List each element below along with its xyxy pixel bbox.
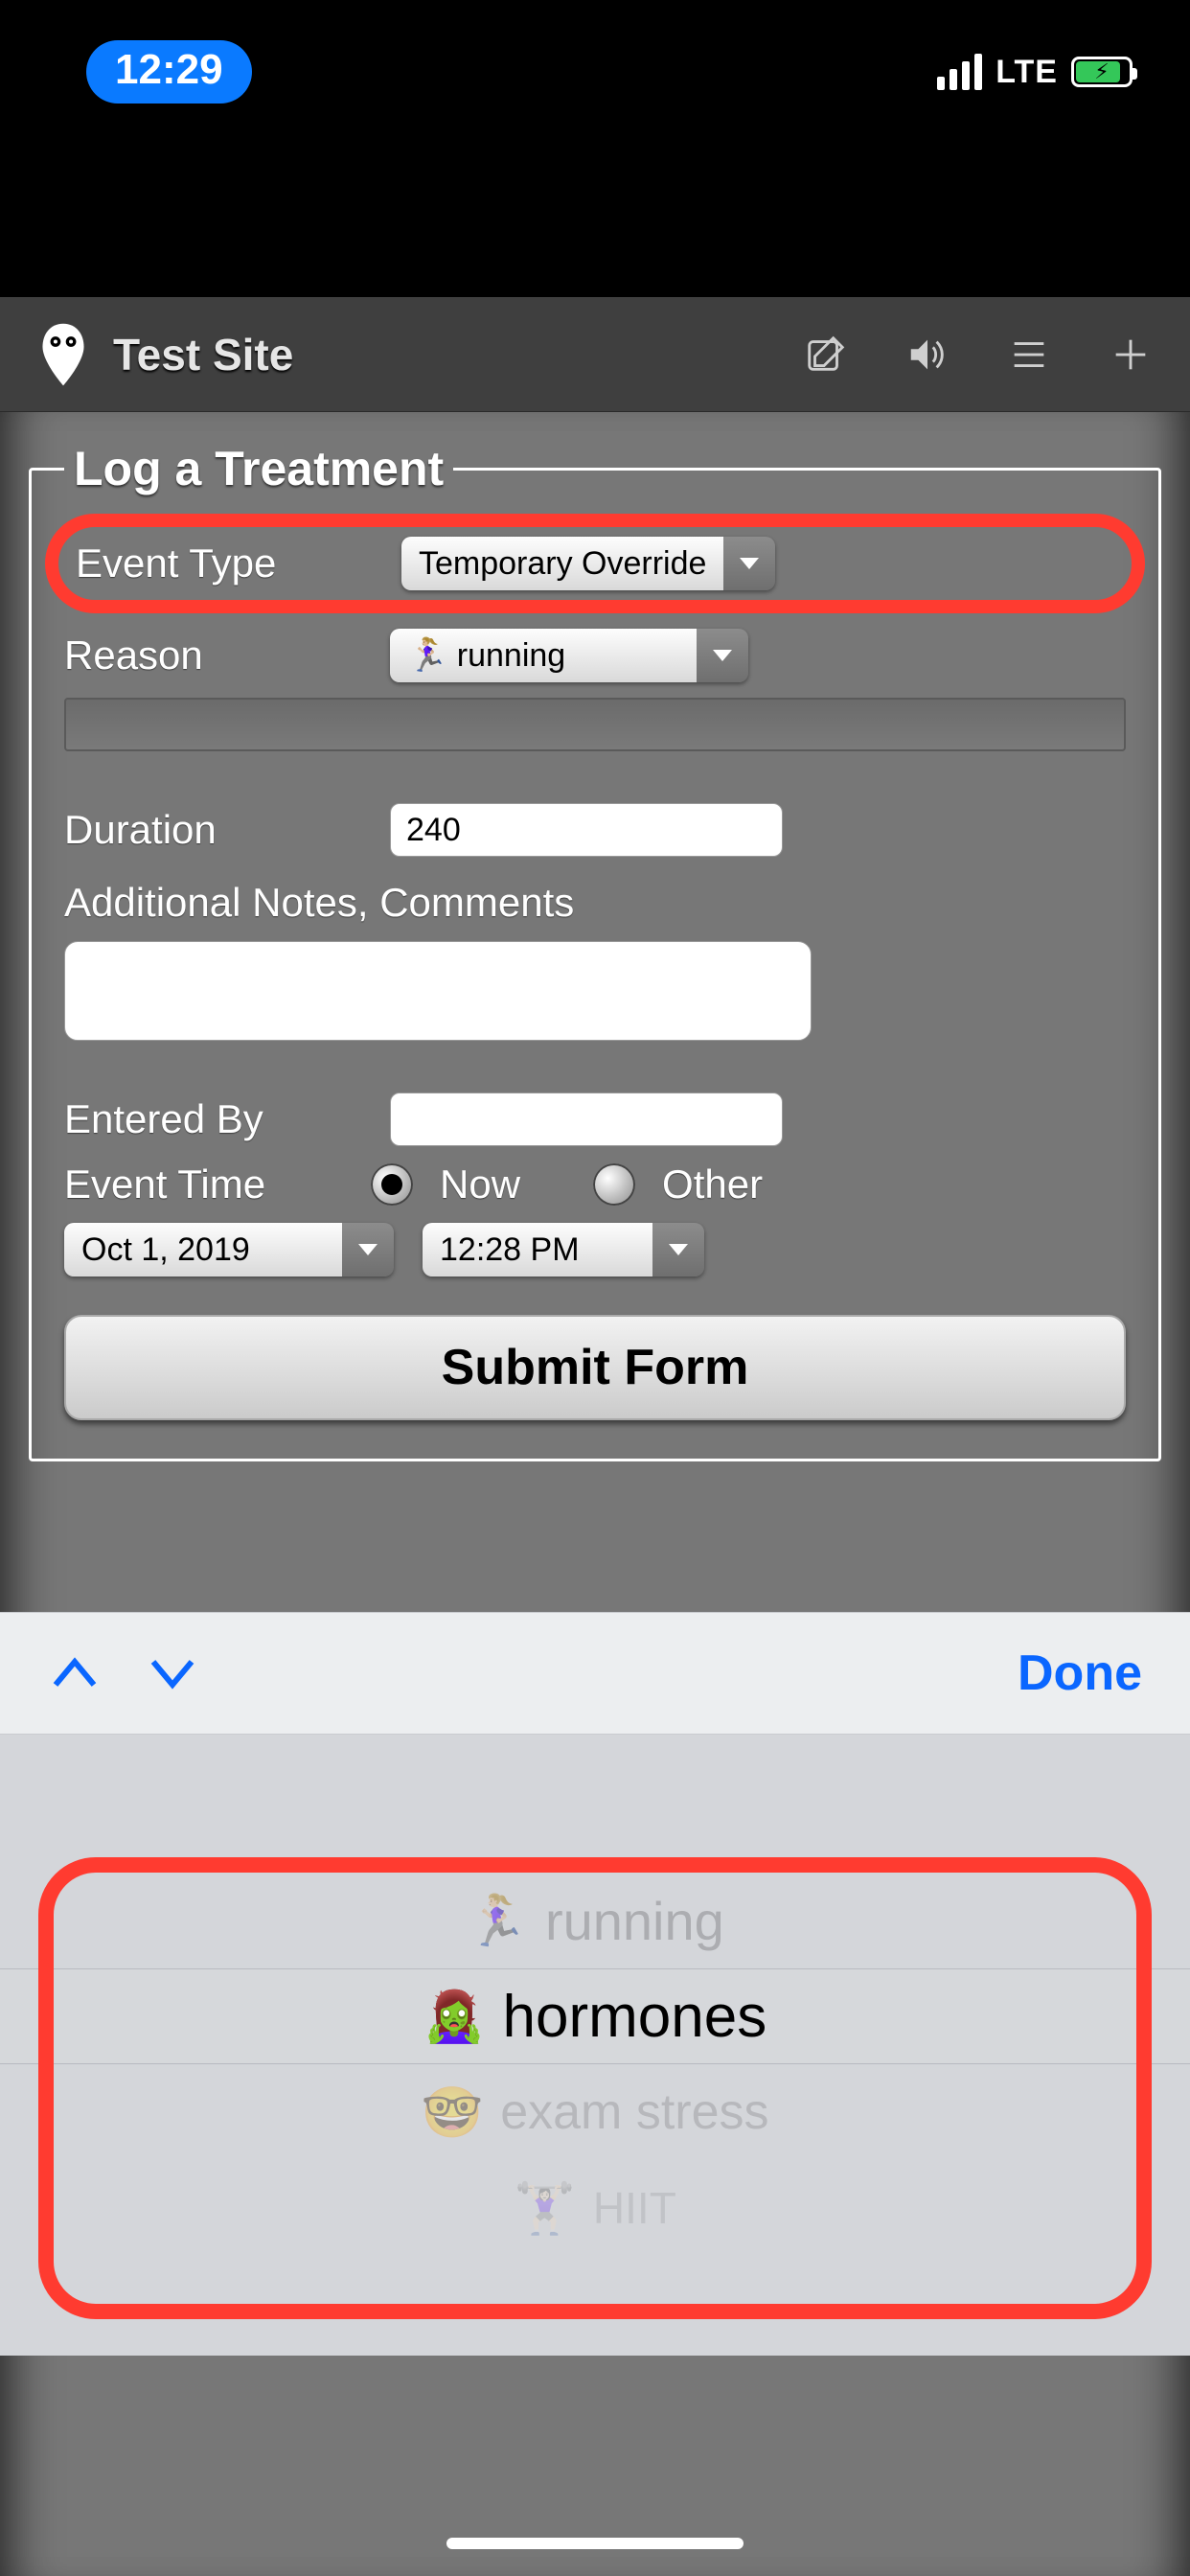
radio-other-label: Other bbox=[662, 1162, 763, 1208]
reason-select[interactable]: 🏃🏼‍♀️ running bbox=[390, 629, 748, 682]
picker-item-emoji: 🧟‍♀️ bbox=[423, 1988, 486, 2046]
done-button[interactable]: Done bbox=[1018, 1644, 1142, 1702]
duration-label: Duration bbox=[64, 807, 390, 853]
reason-value: 🏃🏼‍♀️ running bbox=[390, 629, 697, 682]
radio-other[interactable] bbox=[593, 1163, 635, 1206]
picker-accessory-bar: Done bbox=[0, 1612, 1190, 1735]
reason-label: Reason bbox=[64, 632, 390, 678]
datetime-row: Oct 1, 2019 12:28 PM bbox=[64, 1223, 1126, 1276]
picker-item[interactable]: 🤓 exam stress bbox=[0, 2064, 1190, 2160]
duration-row: Duration bbox=[64, 803, 1126, 857]
picker-item-label: HIIT bbox=[593, 2182, 676, 2234]
compose-icon[interactable] bbox=[801, 330, 851, 380]
picker-item-selected[interactable]: 🧟‍♀️ hormones bbox=[0, 1968, 1190, 2064]
picker-item-emoji: 🤓 bbox=[421, 2083, 483, 2142]
notes-input[interactable] bbox=[64, 941, 812, 1041]
event-type-value: Temporary Override bbox=[401, 537, 723, 590]
status-right: LTE ⚡︎ bbox=[937, 54, 1133, 91]
notes-label: Additional Notes, Comments bbox=[64, 880, 574, 926]
picker-item[interactable]: 🏃🏼‍♀️ running bbox=[0, 1873, 1190, 1968]
picker-list: 🏃🏼‍♀️ running 🧟‍♀️ hormones 🤓 exam stres… bbox=[0, 1873, 1190, 2256]
picker-item-label: hormones bbox=[503, 1983, 767, 2051]
speaker-icon[interactable] bbox=[903, 330, 952, 380]
page-title: Test Site bbox=[113, 329, 801, 380]
radio-now[interactable] bbox=[371, 1163, 413, 1206]
event-type-select[interactable]: Temporary Override bbox=[401, 537, 775, 590]
date-select[interactable]: Oct 1, 2019 bbox=[64, 1223, 394, 1276]
event-time-label: Event Time bbox=[64, 1162, 371, 1208]
form-legend: Log a Treatment bbox=[64, 441, 453, 496]
radio-now-label: Now bbox=[440, 1162, 520, 1208]
picker-item-emoji: 🏃🏼‍♀️ bbox=[466, 1892, 528, 1950]
app-logo-icon bbox=[34, 321, 92, 388]
battery-icon: ⚡︎ bbox=[1071, 57, 1133, 87]
app-header: Test Site bbox=[0, 297, 1190, 412]
notes-label-row: Additional Notes, Comments bbox=[64, 880, 1126, 926]
time-value: 12:28 PM bbox=[423, 1223, 652, 1276]
status-bar: 12:29 LTE ⚡︎ bbox=[0, 38, 1190, 105]
chevron-down-icon bbox=[723, 537, 775, 590]
picker-item-label: running bbox=[545, 1890, 724, 1952]
chevron-down-icon bbox=[697, 629, 748, 682]
event-time-row: Event Time Now Other bbox=[64, 1162, 1126, 1208]
entered-by-label: Entered By bbox=[64, 1096, 390, 1142]
reason-row: Reason 🏃🏼‍♀️ running bbox=[64, 629, 1126, 682]
chevron-down-icon bbox=[342, 1223, 394, 1276]
entered-by-input[interactable] bbox=[390, 1092, 783, 1146]
picker-item[interactable]: 🏋🏻‍♀️ HIIT bbox=[0, 2160, 1190, 2256]
network-label: LTE bbox=[995, 54, 1058, 91]
reason-extra-row bbox=[64, 698, 1126, 751]
picker-item-label: exam stress bbox=[500, 2083, 768, 2141]
status-time: 12:29 bbox=[86, 40, 252, 104]
event-type-label: Event Type bbox=[76, 540, 401, 586]
home-indicator bbox=[446, 2538, 744, 2549]
reason-extra-input[interactable] bbox=[64, 698, 1126, 751]
entered-by-row: Entered By bbox=[64, 1092, 1126, 1146]
plus-icon[interactable] bbox=[1106, 330, 1156, 380]
picker-prev-icon[interactable] bbox=[48, 1646, 102, 1700]
picker-item-emoji: 🏋🏻‍♀️ bbox=[514, 2179, 576, 2238]
chevron-down-icon bbox=[652, 1223, 704, 1276]
submit-button[interactable]: Submit Form bbox=[64, 1315, 1126, 1420]
date-value: Oct 1, 2019 bbox=[64, 1223, 342, 1276]
picker-next-icon[interactable] bbox=[146, 1646, 199, 1700]
menu-icon[interactable] bbox=[1004, 330, 1054, 380]
treatment-form: Log a Treatment Event Type Temporary Ove… bbox=[29, 441, 1161, 1461]
signal-icon bbox=[937, 54, 982, 90]
event-type-row: Event Type Temporary Override bbox=[45, 514, 1145, 613]
time-select[interactable]: 12:28 PM bbox=[423, 1223, 704, 1276]
picker-wheel[interactable]: 🏃🏼‍♀️ running 🧟‍♀️ hormones 🤓 exam stres… bbox=[0, 1735, 1190, 2356]
duration-input[interactable] bbox=[390, 803, 783, 857]
notes-row bbox=[64, 941, 1126, 1041]
